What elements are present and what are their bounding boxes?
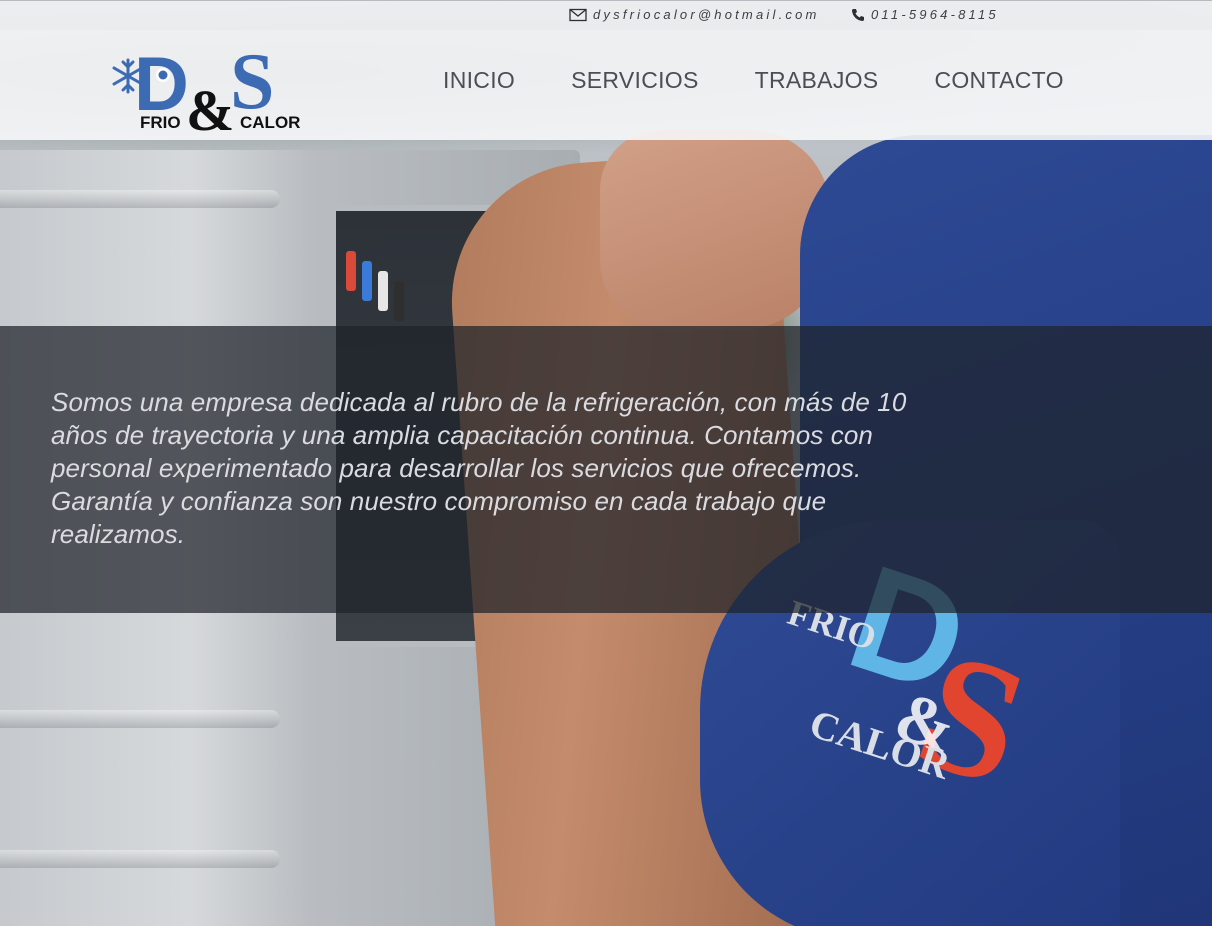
unit-fin	[0, 850, 280, 868]
hero-description: Somos una empresa dedicada al rubro de l…	[51, 387, 907, 549]
page: D S & FRIO CALOR Somos una empresa dedic…	[0, 0, 1212, 926]
nav-item-contacto[interactable]: CONTACTO	[934, 67, 1063, 94]
phone-icon	[851, 8, 865, 22]
contact-bar: dysfriocalor@hotmail.com 011-5964-8115	[0, 0, 1212, 30]
company-logo[interactable]: D S & FRIO CALOR	[112, 38, 307, 143]
envelope-icon	[569, 8, 587, 22]
contact-phone[interactable]: 011-5964-8115	[851, 7, 999, 22]
unit-fin	[0, 710, 280, 728]
wire	[362, 261, 372, 301]
wire	[394, 281, 404, 321]
main-nav: INICIO SERVICIOS TRABAJOS CONTACTO	[443, 67, 1064, 94]
nav-item-inicio[interactable]: INICIO	[443, 67, 515, 94]
company-logo-graphic: D S & FRIO CALOR	[112, 38, 300, 143]
logo-word-frio: FRIO	[140, 113, 181, 132]
wire	[378, 271, 388, 311]
nav-item-servicios[interactable]: SERVICIOS	[571, 67, 699, 94]
wire	[346, 251, 356, 291]
contact-email[interactable]: dysfriocalor@hotmail.com	[569, 7, 820, 22]
logo-word-calor: CALOR	[240, 113, 300, 132]
contact-email-text: dysfriocalor@hotmail.com	[593, 7, 820, 22]
technician-hand	[600, 130, 830, 330]
sun-icon	[156, 68, 170, 82]
unit-fin	[0, 190, 280, 208]
contact-phone-text: 011-5964-8115	[871, 7, 999, 22]
nav-item-trabajos[interactable]: TRABAJOS	[755, 67, 879, 94]
logo-ampersand: &	[186, 78, 234, 134]
site-header: D S & FRIO CALOR INICIO SERVICIOS TRABAJ…	[0, 30, 1212, 143]
